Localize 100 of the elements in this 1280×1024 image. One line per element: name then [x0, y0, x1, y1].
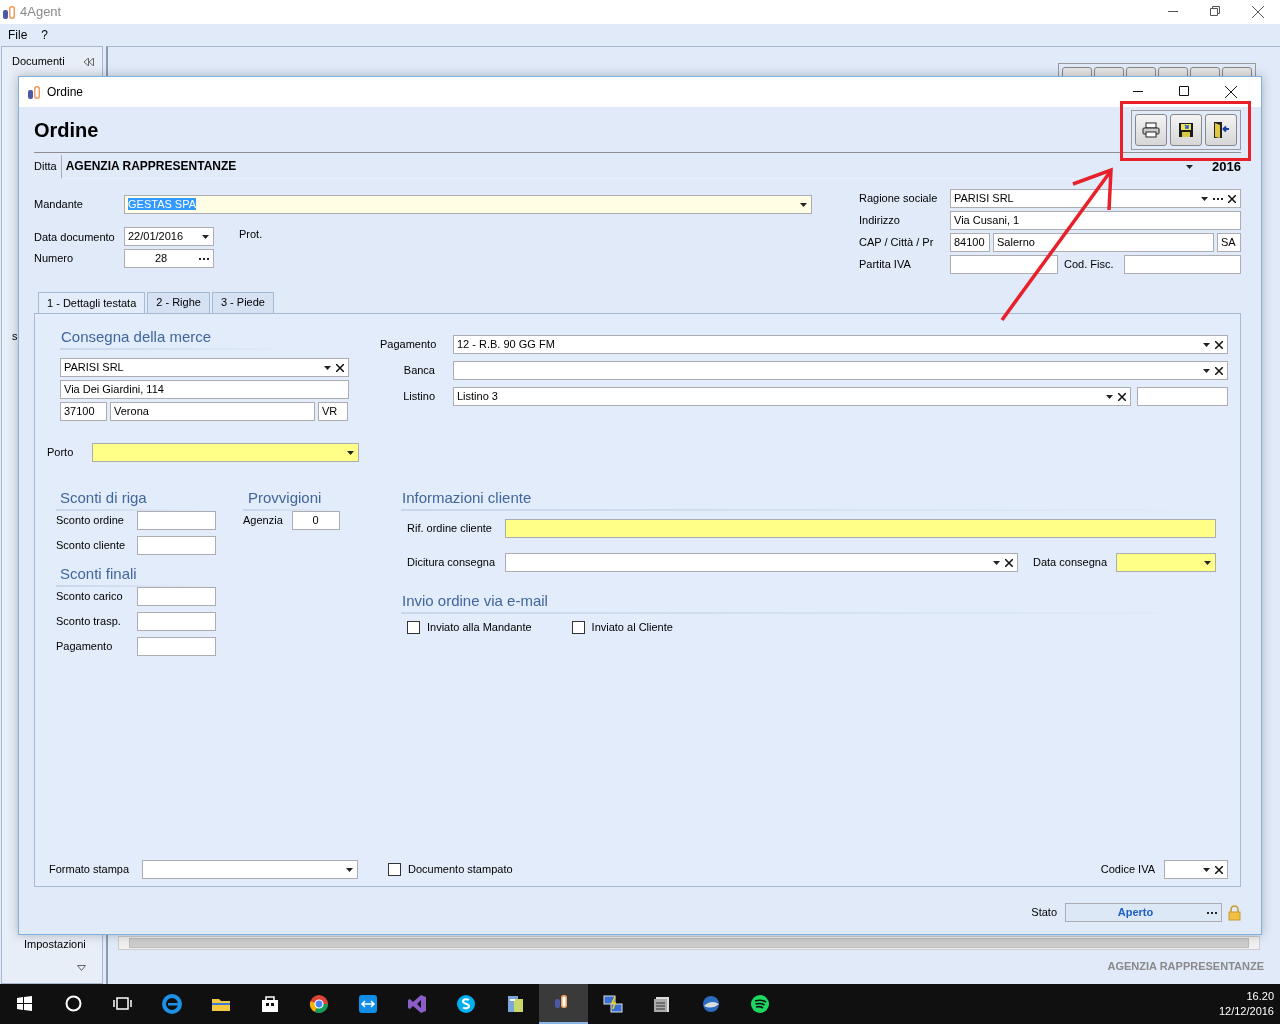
checkbox[interactable]: Inviato al Cliente: [571, 621, 673, 635]
input-field[interactable]: 84100: [950, 233, 990, 252]
close-icon[interactable]: [1225, 86, 1237, 98]
tab[interactable]: 1 - Dettagli testata: [38, 292, 146, 314]
music-icon[interactable]: [749, 994, 770, 1014]
chat-icon[interactable]: [455, 994, 476, 1014]
input-field[interactable]: 0: [292, 511, 340, 530]
input-field[interactable]: [137, 536, 216, 555]
clear-icon: [1228, 194, 1236, 203]
sidebar-item[interactable]: Impostazioni: [2, 937, 102, 951]
input-field[interactable]: SA: [1217, 233, 1241, 252]
input-field[interactable]: [137, 511, 216, 530]
field-label: Cod. Fisc.: [1063, 257, 1115, 272]
shopping-bag-icon[interactable]: [259, 994, 280, 1014]
door-arrow-icon: [1212, 120, 1230, 139]
dropdown-field[interactable]: 12 - R.B. 90 GG FM: [453, 335, 1228, 354]
ribbon-logo-icon[interactable]: [406, 994, 427, 1014]
input-field[interactable]: [137, 587, 216, 606]
field-label: Pagamento: [56, 639, 114, 654]
input-field[interactable]: 28: [124, 249, 214, 268]
field-label: Porto: [47, 445, 75, 460]
input-field[interactable]: Salerno: [993, 233, 1214, 252]
input-field[interactable]: [950, 255, 1058, 274]
field-label: CAP / Città / Pr: [859, 235, 935, 250]
exit-button[interactable]: [1205, 113, 1237, 146]
dropdown-field[interactable]: [1116, 553, 1216, 572]
field-label: Codice IVA: [1100, 862, 1155, 877]
field-label: Ragione sociale: [859, 191, 939, 206]
caret-icon: [347, 450, 354, 455]
expand-icon: [77, 965, 86, 971]
sidebar-header: Documenti: [12, 55, 65, 69]
tab[interactable]: 3 - Piede: [211, 292, 274, 313]
document-stack-icon[interactable]: [651, 994, 672, 1014]
input-field[interactable]: Via Dei Giardini, 114: [60, 380, 349, 399]
menu-item[interactable]: File: [8, 27, 28, 43]
checkbox[interactable]: Inviato alla Mandante: [407, 621, 532, 635]
caret-icon: [1201, 196, 1208, 201]
field-label: Mandante: [34, 197, 84, 212]
network-icon[interactable]: [602, 994, 623, 1014]
more-icon: [1207, 911, 1217, 914]
print-button[interactable]: [1135, 113, 1167, 146]
menu-item[interactable]: ?: [41, 27, 49, 43]
round-logo-icon[interactable]: [308, 994, 329, 1014]
lookup-field[interactable]: PARISI SRL: [950, 189, 1241, 208]
field-label: Sconto cliente: [56, 538, 127, 553]
maximize-icon[interactable]: [1179, 86, 1189, 96]
checkbox[interactable]: Documento stampato: [388, 862, 513, 877]
caret-icon: [324, 365, 331, 370]
tab[interactable]: 2 - Righe: [147, 292, 210, 313]
dropdown-field[interactable]: [142, 860, 358, 879]
caret-icon: [1203, 867, 1210, 872]
field-label: Pagamento: [380, 337, 438, 352]
company-dropdown[interactable]: AGENZIA RAPPRESENTANZE: [60, 155, 1201, 179]
save-button[interactable]: [1170, 113, 1202, 146]
dropdown-field[interactable]: [505, 553, 1018, 572]
caret-icon: [1204, 560, 1211, 565]
dropdown-field[interactable]: [1164, 860, 1228, 879]
browser-icon[interactable]: [161, 994, 182, 1014]
clear-icon: [1215, 340, 1223, 349]
input-field[interactable]: [137, 637, 216, 656]
restore-icon: [1210, 6, 1220, 16]
dropdown-field[interactable]: 22/01/2016: [124, 227, 214, 246]
printer-icon: [1142, 121, 1160, 138]
input-field[interactable]: [1137, 387, 1228, 406]
field-label: Dicitura consegna: [406, 555, 497, 570]
field-label: Formato stampa: [48, 862, 131, 877]
input-field[interactable]: [1124, 255, 1241, 274]
input-field[interactable]: Verona: [110, 402, 315, 421]
field-label: Ditta: [34, 160, 57, 174]
window-title: 4Agent: [20, 4, 62, 20]
clear-icon: [1215, 366, 1223, 375]
dropdown-field[interactable]: [92, 443, 359, 462]
scrollbar[interactable]: [118, 936, 1260, 950]
caret-icon: [1203, 368, 1210, 373]
windows-logo-icon[interactable]: [14, 994, 35, 1014]
input-field[interactable]: VR: [318, 402, 348, 421]
clear-icon: [336, 363, 344, 372]
input-field[interactable]: Aperto: [1065, 903, 1222, 922]
dropdown-field[interactable]: [453, 361, 1228, 380]
caret-icon: [1203, 342, 1210, 347]
input-field[interactable]: [137, 612, 216, 631]
form-title: Ordine: [34, 117, 99, 142]
field-label: Partita IVA: [859, 257, 912, 272]
collapse-icon: [84, 57, 94, 66]
input-field[interactable]: 37100: [60, 402, 107, 421]
dropdown-field[interactable]: Listino 3: [453, 387, 1131, 406]
field-label: Sconto trasp.: [56, 614, 122, 629]
dropdown-field[interactable]: PARISI SRL: [60, 358, 349, 377]
field-label: Banca: [402, 363, 436, 378]
caret-icon: [346, 867, 353, 872]
close-icon: [1252, 6, 1264, 18]
input-field[interactable]: [505, 519, 1216, 538]
field-label: Rif. ordine cliente: [406, 521, 493, 536]
field-label: Sconto ordine: [56, 513, 125, 528]
remote-icon[interactable]: [357, 994, 378, 1014]
search-icon[interactable]: [63, 994, 84, 1014]
bird-mail-icon[interactable]: [700, 994, 721, 1014]
input-field[interactable]: Via Cusani, 1: [950, 211, 1241, 230]
more-icon: [199, 257, 209, 260]
field-label: Sconto carico: [56, 589, 124, 604]
